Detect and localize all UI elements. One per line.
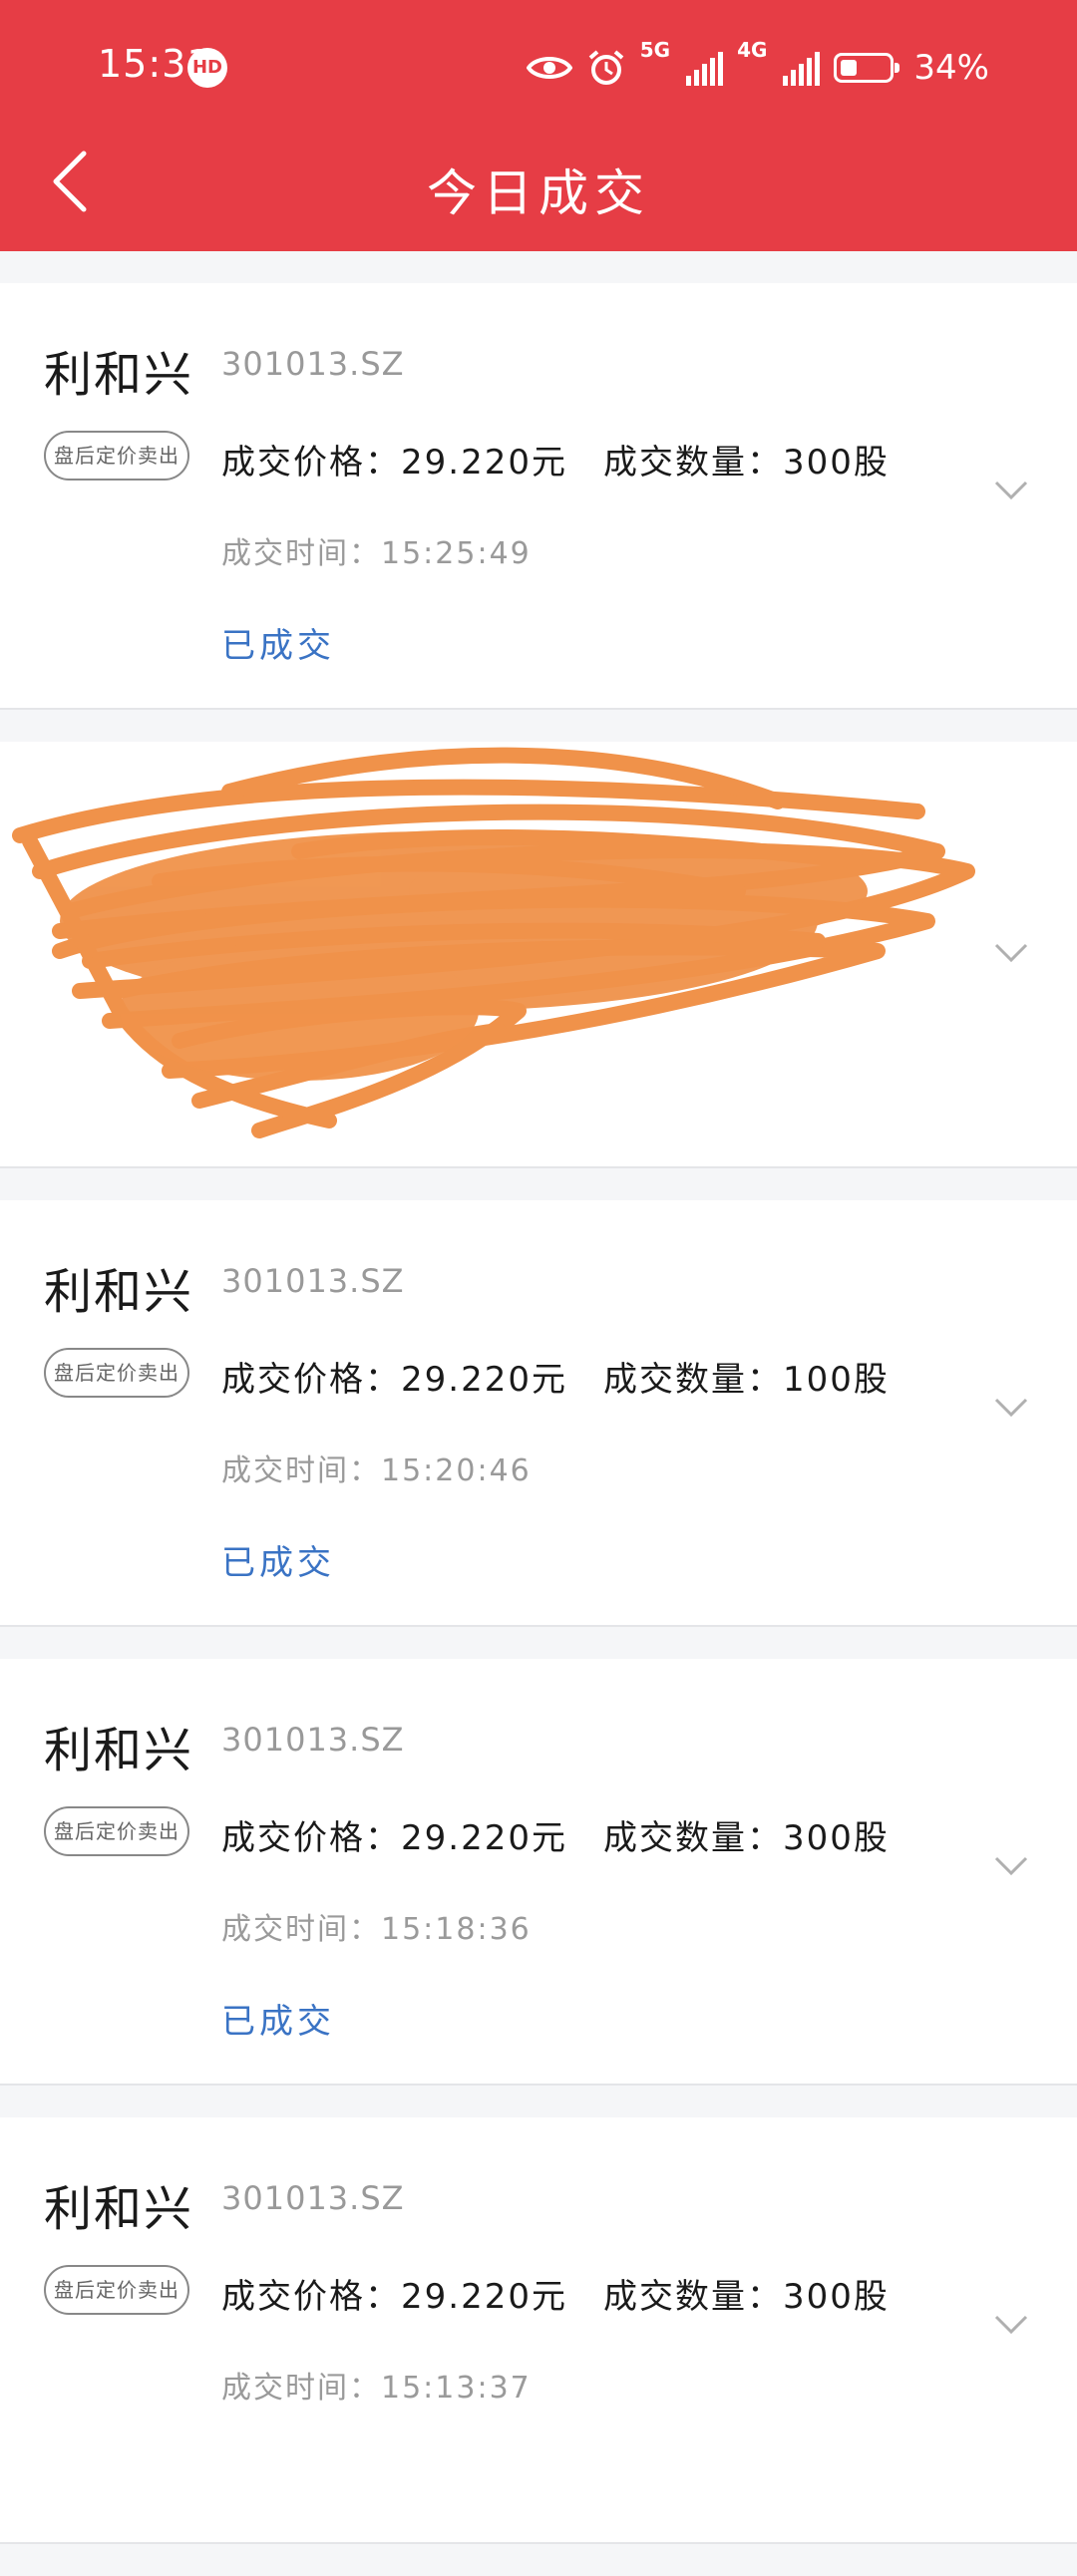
stock-code: 301013.SZ (221, 1262, 405, 1300)
chevron-down-icon[interactable] (993, 479, 1029, 502)
hd-badge: HD (187, 48, 227, 88)
quantity-value: 300 (782, 443, 854, 483)
quantity-label: 成交数量： (602, 1360, 783, 1400)
quantity-unit: 股 (853, 2277, 890, 2317)
quantity-unit: 股 (853, 1818, 890, 1858)
quantity-value: 100 (782, 1360, 854, 1400)
price-unit: 元 (531, 1360, 567, 1400)
time-value: 15:18:36 (381, 1912, 532, 1947)
price-unit: 元 (531, 2277, 567, 2317)
stock-code: 301013.SZ (221, 2179, 405, 2217)
stock-name: 利和兴 (44, 1723, 194, 1778)
trade-card[interactable]: 利和兴 301013.SZ 盘后定价卖出 成交价格：29.220元 成交数量：10… (0, 1200, 1077, 1627)
trade-card-redacted[interactable] (0, 742, 1077, 1168)
signal-4g-icon (783, 50, 821, 86)
order-type-badge: 盘后定价卖出 (44, 431, 189, 481)
signal-5g-icon (686, 50, 724, 86)
chevron-down-icon[interactable] (993, 2313, 1029, 2337)
time-value: 15:13:37 (381, 2371, 532, 2406)
deal-info: 成交价格：29.220元 成交数量：100股 (221, 1352, 890, 1401)
deal-info: 成交价格：29.220元 成交数量：300股 (221, 1810, 890, 1859)
deal-info: 成交价格：29.220元 成交数量：300股 (221, 435, 890, 483)
price-label: 成交价格： (221, 1818, 401, 1858)
trade-card[interactable]: 利和兴 301013.SZ 盘后定价卖出 成交价格：29.220元 成交数量：30… (0, 283, 1077, 710)
stock-name: 利和兴 (44, 1264, 194, 1320)
stock-code: 301013.SZ (221, 1721, 405, 1759)
time-label: 成交时间： (221, 1453, 381, 1488)
time-label: 成交时间： (221, 2371, 381, 2406)
redaction-scribble (12, 747, 975, 1138)
order-type-badge: 盘后定价卖出 (44, 1806, 189, 1856)
status-text: 已成交 (221, 626, 335, 666)
stock-name: 利和兴 (44, 2181, 194, 2237)
time-label: 成交时间： (221, 536, 381, 571)
quantity-value: 300 (782, 1818, 854, 1858)
trade-list: 利和兴 301013.SZ 盘后定价卖出 成交价格：29.220元 成交数量：30… (0, 283, 1077, 2576)
price-value: 29.220 (401, 2277, 532, 2317)
price-unit: 元 (531, 1818, 567, 1858)
network-4g-label: 4G (737, 38, 768, 62)
price-label: 成交价格： (221, 1360, 401, 1400)
battery-percent: 34% (913, 48, 989, 88)
price-label: 成交价格： (221, 2277, 401, 2317)
deal-time: 成交时间：15:20:46 (221, 1446, 532, 1489)
price-unit: 元 (531, 443, 567, 483)
app-header: 15:31 HD 5G 4G 34% 今日成交 (0, 0, 1077, 251)
time-label: 成交时间： (221, 1912, 381, 1947)
eye-icon (526, 57, 572, 79)
quantity-label: 成交数量： (602, 443, 783, 483)
price-value: 29.220 (401, 443, 532, 483)
time-value: 15:25:49 (381, 536, 532, 571)
alarm-icon (588, 50, 624, 85)
deal-info: 成交价格：29.220元 成交数量：300股 (221, 2269, 890, 2318)
order-type-badge: 盘后定价卖出 (44, 1348, 189, 1398)
order-type-badge: 盘后定价卖出 (44, 2265, 189, 2315)
chevron-down-icon[interactable] (993, 1396, 1029, 1420)
quantity-unit: 股 (853, 1360, 890, 1400)
stock-name: 利和兴 (44, 347, 194, 403)
price-label: 成交价格： (221, 443, 401, 483)
battery-icon (834, 53, 900, 83)
chevron-down-icon[interactable] (993, 941, 1029, 965)
deal-time: 成交时间：15:13:37 (221, 2363, 532, 2407)
status-text: 已成交 (221, 1543, 335, 1583)
page-title: 今日成交 (427, 164, 650, 222)
price-value: 29.220 (401, 1818, 532, 1858)
status-icons: 5G 4G 34% (526, 38, 989, 98)
trade-card[interactable]: 利和兴 301013.SZ 盘后定价卖出 成交价格：29.220元 成交数量：30… (0, 1659, 1077, 2086)
quantity-label: 成交数量： (602, 1818, 783, 1858)
stock-code: 301013.SZ (221, 345, 405, 383)
price-value: 29.220 (401, 1360, 532, 1400)
network-5g-label: 5G (639, 38, 671, 62)
deal-time: 成交时间：15:18:36 (221, 1904, 532, 1948)
quantity-value: 300 (782, 2277, 854, 2317)
status-text: 已成交 (221, 2002, 335, 2042)
quantity-label: 成交数量： (602, 2277, 783, 2317)
quantity-unit: 股 (853, 443, 890, 483)
time-value: 15:20:46 (381, 1453, 532, 1488)
deal-time: 成交时间：15:25:49 (221, 528, 532, 572)
chevron-down-icon[interactable] (993, 1854, 1029, 1878)
trade-card[interactable]: 利和兴 301013.SZ 盘后定价卖出 成交价格：29.220元 成交数量：30… (0, 2117, 1077, 2544)
